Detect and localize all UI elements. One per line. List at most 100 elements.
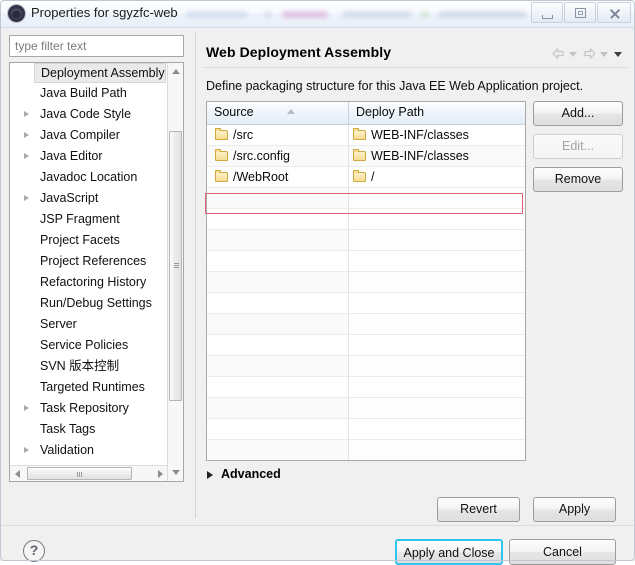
sidebar-item-service-policies[interactable]: Service Policies: [10, 335, 168, 356]
horizontal-scroll-thumb[interactable]: [27, 467, 132, 480]
minimize-button[interactable]: [531, 2, 563, 23]
arrow-left-icon[interactable]: [551, 46, 566, 61]
question-mark-icon[interactable]: ?: [23, 540, 45, 562]
table-row-empty[interactable]: [207, 419, 525, 440]
cell-deploy-path: WEB-INF/classes: [349, 125, 525, 146]
sidebar-item-label: Run/Debug Settings: [40, 296, 152, 310]
table-row-empty[interactable]: [207, 314, 525, 335]
table-row-empty[interactable]: [207, 398, 525, 419]
folder-icon: [215, 128, 228, 140]
main-panel: Web Deployment Assembly Define packaging…: [203, 35, 627, 522]
filter-input[interactable]: type filter text: [9, 35, 184, 57]
maximize-button[interactable]: [564, 2, 596, 23]
sort-ascending-icon: [287, 109, 295, 114]
background-blur-decoration: [186, 6, 526, 22]
sidebar-item-server[interactable]: Server: [10, 314, 168, 335]
table-row[interactable]: /src.config WEB-INF/classes: [207, 146, 525, 167]
sidebar-item-targeted-runtimes[interactable]: Targeted Runtimes: [10, 377, 168, 398]
sidebar-vertical-scrollbar[interactable]: [167, 63, 183, 481]
sidebar-item-label: Task Repository: [40, 401, 129, 415]
forward-history-chevron-down-icon[interactable]: [598, 46, 611, 61]
triangle-right-icon[interactable]: [24, 111, 29, 117]
table-header-row: Source Deploy Path: [207, 102, 525, 125]
triangle-right-icon[interactable]: [24, 405, 29, 411]
scroll-down-button[interactable]: [168, 464, 183, 481]
table-row-empty[interactable]: [207, 356, 525, 377]
sidebar-item-run-debug-settings[interactable]: Run/Debug Settings: [10, 293, 168, 314]
cell-text: /: [371, 170, 375, 184]
arrow-down-icon: [172, 470, 180, 475]
folder-icon: [353, 128, 366, 140]
add-button[interactable]: Add...: [533, 101, 623, 126]
sidebar-item-project-references[interactable]: Project References: [10, 251, 168, 272]
column-header-label: Source: [214, 105, 254, 119]
column-header-label: Deploy Path: [356, 105, 425, 119]
close-button[interactable]: [597, 2, 631, 23]
page-navigation-bar: [549, 44, 625, 62]
column-header-deploy-path[interactable]: Deploy Path: [349, 102, 525, 124]
title-separator: [203, 67, 627, 68]
pane-divider[interactable]: [195, 33, 196, 518]
arrow-right-icon[interactable]: [582, 46, 597, 61]
sidebar-item-java-compiler[interactable]: Java Compiler: [10, 125, 168, 146]
cell-text: WEB-INF/classes: [371, 149, 469, 163]
sidebar-item-jsp-fragment[interactable]: JSP Fragment: [10, 209, 168, 230]
table-row-empty[interactable]: [207, 335, 525, 356]
scroll-right-button[interactable]: [152, 466, 168, 481]
arrow-left-icon: [15, 470, 20, 478]
sidebar-item-java-build-path[interactable]: Java Build Path: [10, 83, 168, 104]
sidebar-item-label: Validation: [40, 443, 94, 457]
table-row-empty[interactable]: [207, 188, 525, 209]
scroll-left-button[interactable]: [10, 466, 26, 481]
table-row-webroot[interactable]: /WebRoot /: [207, 167, 525, 188]
eclipse-icon: [8, 5, 25, 22]
sidebar-item-deployment-assembly[interactable]: Deployment Assembly: [34, 63, 166, 83]
column-header-source[interactable]: Source: [207, 102, 349, 124]
sidebar-item-java-editor[interactable]: Java Editor: [10, 146, 168, 167]
table-row-empty[interactable]: [207, 377, 525, 398]
sidebar-item-task-repository[interactable]: Task Repository: [10, 398, 168, 419]
sidebar-item-task-tags[interactable]: Task Tags: [10, 419, 168, 440]
cancel-button[interactable]: Cancel: [509, 539, 616, 565]
deployment-assembly-table[interactable]: Source Deploy Path /src WEB-INF/classes: [206, 101, 526, 461]
advanced-section-toggle[interactable]: Advanced: [206, 467, 281, 481]
settings-sidebar: type filter text Deployment Assembly Jav…: [9, 35, 192, 495]
remove-button[interactable]: Remove: [533, 167, 623, 192]
cell-source: /WebRoot: [207, 167, 349, 188]
table-row-empty[interactable]: [207, 272, 525, 293]
triangle-right-icon[interactable]: [24, 153, 29, 159]
title-bar: Properties for sgyzfc-web: [0, 0, 635, 28]
table-row-empty[interactable]: [207, 293, 525, 314]
sidebar-item-label: Refactoring History: [40, 275, 147, 289]
sidebar-item-javadoc-location[interactable]: Javadoc Location: [10, 167, 168, 188]
scroll-up-button[interactable]: [168, 63, 183, 80]
vertical-scroll-thumb[interactable]: [169, 131, 182, 401]
sidebar-item-label: JSP Fragment: [40, 212, 120, 226]
sidebar-item-validation[interactable]: Validation: [10, 440, 168, 461]
apply-and-close-button[interactable]: Apply and Close: [395, 539, 503, 565]
sidebar-item-label: Javadoc Location: [40, 170, 138, 184]
triangle-right-icon[interactable]: [24, 195, 29, 201]
window-controls: [530, 2, 631, 24]
arrow-right-icon: [158, 470, 163, 478]
sidebar-item-javascript[interactable]: JavaScript: [10, 188, 168, 209]
sidebar-horizontal-scrollbar[interactable]: [10, 465, 168, 481]
sidebar-item-project-facets[interactable]: Project Facets: [10, 230, 168, 251]
triangle-right-icon[interactable]: [24, 132, 29, 138]
sidebar-item-svn[interactable]: SVN 版本控制: [10, 356, 168, 377]
triangle-right-icon[interactable]: [24, 447, 29, 453]
view-menu-chevron-down-icon[interactable]: [612, 46, 625, 61]
sidebar-item-label: Deployment Assembly: [41, 66, 165, 80]
cell-text: /src.config: [233, 149, 290, 163]
table-row[interactable]: /src WEB-INF/classes: [207, 125, 525, 146]
table-row-empty[interactable]: [207, 251, 525, 272]
table-row-empty[interactable]: [207, 230, 525, 251]
sidebar-item-java-code-style[interactable]: Java Code Style: [10, 104, 168, 125]
revert-button[interactable]: Revert: [437, 497, 520, 522]
sidebar-item-refactoring-history[interactable]: Refactoring History: [10, 272, 168, 293]
apply-button[interactable]: Apply: [533, 497, 616, 522]
settings-tree[interactable]: Deployment Assembly Java Build Path Java…: [9, 62, 184, 482]
table-row-empty[interactable]: [207, 440, 525, 460]
table-row-empty[interactable]: [207, 209, 525, 230]
back-history-chevron-down-icon[interactable]: [567, 46, 580, 61]
